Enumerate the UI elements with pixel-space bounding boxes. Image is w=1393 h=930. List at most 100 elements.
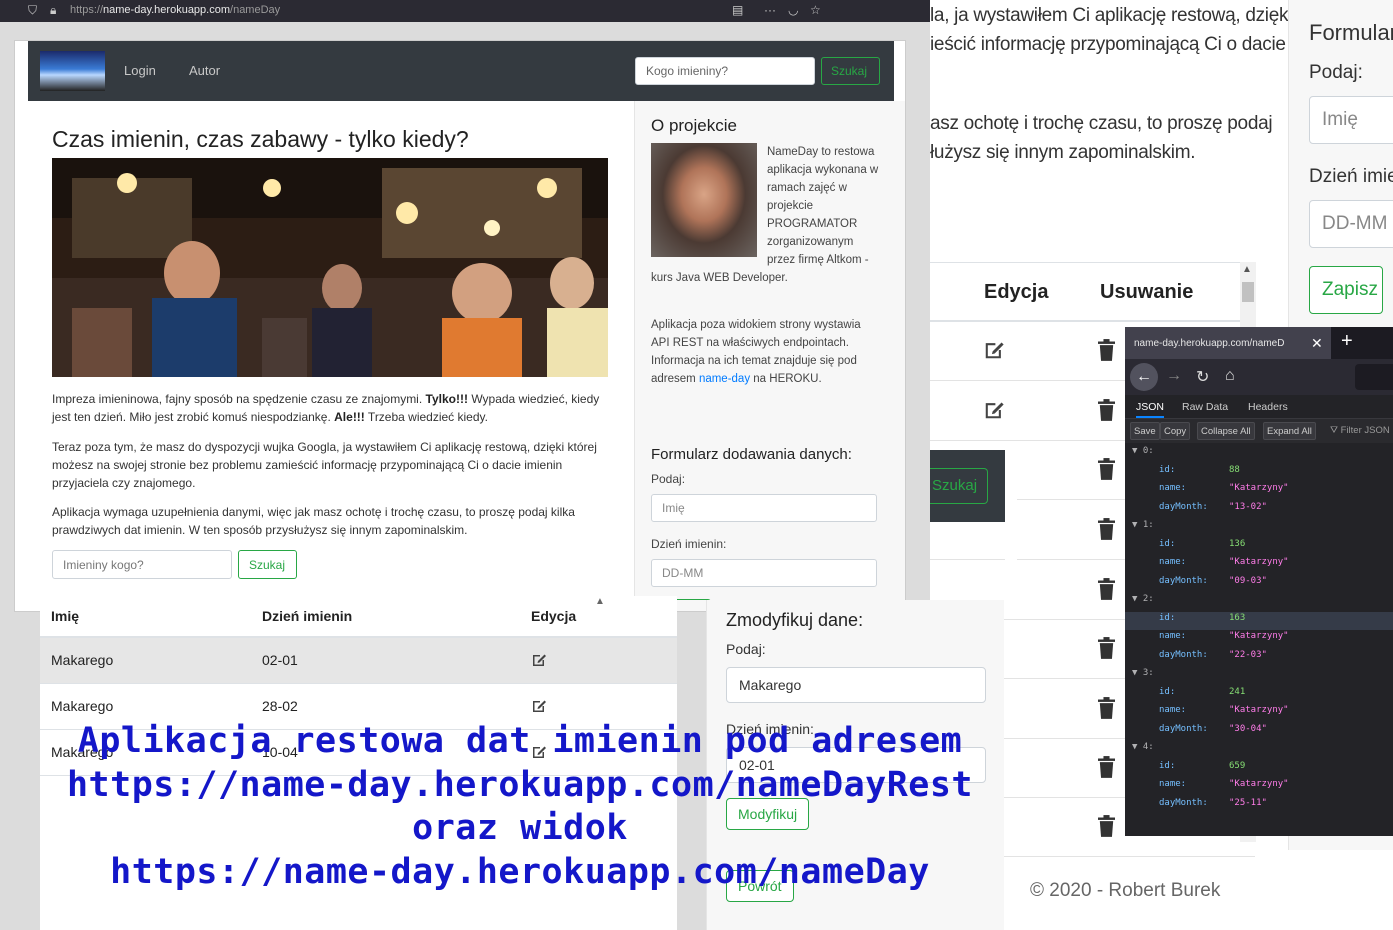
tab-raw-data[interactable]: Raw Data [1182, 401, 1228, 413]
json-key[interactable]: id: [1159, 613, 1175, 623]
json-key[interactable]: name: [1159, 779, 1186, 789]
json-key[interactable]: dayMonth: [1159, 724, 1208, 734]
json-array-index[interactable]: ▼ 2: [1132, 594, 1154, 604]
bg-save-button[interactable]: Zapisz [1309, 266, 1383, 314]
modify-name-input[interactable]: Makarego [726, 667, 986, 703]
edit-icon[interactable] [983, 339, 1005, 361]
edit-icon[interactable] [531, 698, 547, 714]
save-button[interactable]: Save [1130, 422, 1160, 440]
col-date: Dzień imienin [262, 608, 353, 624]
reader-icon[interactable]: ▤ [732, 3, 743, 17]
bg-search-button[interactable]: Szukaj [930, 468, 988, 504]
copy-button[interactable]: Copy [1160, 422, 1191, 440]
json-key[interactable]: id: [1159, 687, 1175, 697]
modify-form-title: Zmodyfikuj dane: [726, 610, 864, 630]
json-key[interactable]: dayMonth: [1159, 576, 1208, 586]
sidebar: O projekcie NameDay to restowa aplikacja… [634, 101, 905, 611]
trash-icon[interactable] [1098, 578, 1115, 600]
content-search-button[interactable]: Szukaj [238, 550, 297, 579]
json-value[interactable]: "09-03" [1229, 576, 1267, 586]
json-key[interactable]: name: [1159, 631, 1186, 641]
json-value[interactable]: "22-03" [1229, 650, 1267, 660]
trash-icon[interactable] [1098, 399, 1115, 421]
bg-label-date: Dzień imienin [1309, 166, 1393, 187]
sidebar-api-info: Aplikacja poza widokiem strony wystawia … [651, 319, 861, 385]
json-array-index[interactable]: ▼ 4: [1132, 742, 1154, 752]
expand-all-button[interactable]: Expand All [1263, 422, 1316, 440]
new-tab-icon[interactable]: + [1341, 330, 1353, 353]
json-array-index[interactable]: ▼ 1: [1132, 520, 1154, 530]
json-value[interactable]: 241 [1229, 687, 1245, 697]
json-value[interactable]: "25-11" [1229, 798, 1267, 808]
browser-tab[interactable]: name-day.herokuapp.com/nameD [1125, 327, 1331, 359]
party-photo [52, 158, 608, 377]
shield-icon[interactable]: ⛉ [28, 3, 37, 18]
trash-icon[interactable] [1098, 697, 1115, 719]
address-bar[interactable] [1355, 364, 1393, 390]
lock-icon[interactable]: 🔒︎ [50, 3, 56, 18]
more-icon[interactable]: ··· [764, 3, 776, 17]
json-key[interactable]: id: [1159, 465, 1175, 475]
trash-icon[interactable] [1098, 458, 1115, 480]
trash-icon[interactable] [1098, 339, 1115, 361]
bg-name-input[interactable]: Imię [1309, 96, 1393, 144]
home-icon[interactable]: ⌂ [1225, 367, 1235, 385]
edit-icon[interactable] [531, 652, 547, 668]
json-value[interactable]: "Katarzyny" [1229, 557, 1289, 567]
json-value[interactable]: "Katarzyny" [1229, 631, 1289, 641]
paragraph-intro: Impreza imieninowa, fajny sposób na spęd… [52, 392, 600, 424]
logo[interactable] [40, 51, 105, 91]
add-date-input[interactable]: DD-MM [651, 559, 877, 587]
filter-json-input[interactable]: ⛛ Filter JSON [1330, 425, 1390, 436]
edit-icon[interactable] [983, 399, 1005, 421]
json-key[interactable]: dayMonth: [1159, 798, 1208, 808]
collapse-all-button[interactable]: Collapse All [1197, 422, 1255, 440]
api-link[interactable]: name-day [699, 373, 750, 385]
bookmark-star-icon[interactable]: ☆ [810, 3, 821, 17]
row-date: 02-01 [262, 652, 298, 668]
json-key[interactable]: name: [1159, 557, 1186, 567]
trash-icon[interactable] [1098, 637, 1115, 659]
navbar-search-button[interactable]: Szukaj [821, 57, 880, 85]
forward-arrow-icon[interactable]: → [1166, 367, 1182, 385]
bg-date-input[interactable]: DD-MM [1309, 200, 1393, 248]
add-name-input[interactable]: Imię [651, 494, 877, 522]
json-value[interactable]: "Katarzyny" [1229, 779, 1289, 789]
scroll-up-arrow[interactable]: ▲ [595, 596, 609, 610]
json-value[interactable]: 659 [1229, 761, 1245, 771]
json-key[interactable]: name: [1159, 483, 1186, 493]
json-key[interactable]: name: [1159, 705, 1186, 715]
tab-headers[interactable]: Headers [1248, 401, 1288, 413]
trash-icon[interactable] [1098, 815, 1115, 837]
json-array-index[interactable]: ▼ 0: [1132, 446, 1154, 456]
json-array-index[interactable]: ▼ 3: [1132, 668, 1154, 678]
json-value[interactable]: 163 [1229, 613, 1245, 623]
json-value[interactable]: 136 [1229, 539, 1245, 549]
caption-overlay: Aplikacja restowa dat imienin pod adrese… [0, 720, 1040, 894]
json-key[interactable]: id: [1159, 539, 1175, 549]
trash-icon[interactable] [1098, 756, 1115, 778]
table-header: Imię Dzień imienin Edycja ▲ [40, 596, 677, 638]
trash-icon[interactable] [1098, 518, 1115, 540]
nav-link-login[interactable]: Login [124, 63, 156, 78]
close-tab-icon[interactable]: ✕ [1311, 335, 1323, 352]
json-value[interactable]: 88 [1229, 465, 1240, 475]
json-value[interactable]: "30-04" [1229, 724, 1267, 734]
json-value[interactable]: "13-02" [1229, 502, 1267, 512]
address-bar[interactable]: https://name-day.herokuapp.com/nameDay [70, 4, 280, 16]
row-name: Makarego [51, 652, 114, 668]
tab-json[interactable]: JSON [1136, 401, 1165, 418]
json-key[interactable]: id: [1159, 761, 1175, 771]
back-arrow-icon[interactable]: ← [1130, 363, 1158, 391]
bg-paragraph-line: asz ochotę i trochę czasu, to proszę pod… [930, 113, 1273, 134]
pocket-icon[interactable]: ◡ [788, 3, 798, 17]
nav-link-autor[interactable]: Autor [189, 63, 220, 78]
reload-icon[interactable]: ↻ [1196, 367, 1209, 387]
json-value[interactable]: "Katarzyny" [1229, 483, 1289, 493]
json-value[interactable]: "Katarzyny" [1229, 705, 1289, 715]
json-key[interactable]: dayMonth: [1159, 502, 1208, 512]
navbar-search-input[interactable]: Kogo imieniny? [635, 57, 815, 85]
content-search-input[interactable]: Imieniny kogo? [52, 550, 232, 579]
json-key[interactable]: dayMonth: [1159, 650, 1208, 660]
bg-paragraph-line: łużysz się innym zapominalskim. [930, 142, 1196, 163]
